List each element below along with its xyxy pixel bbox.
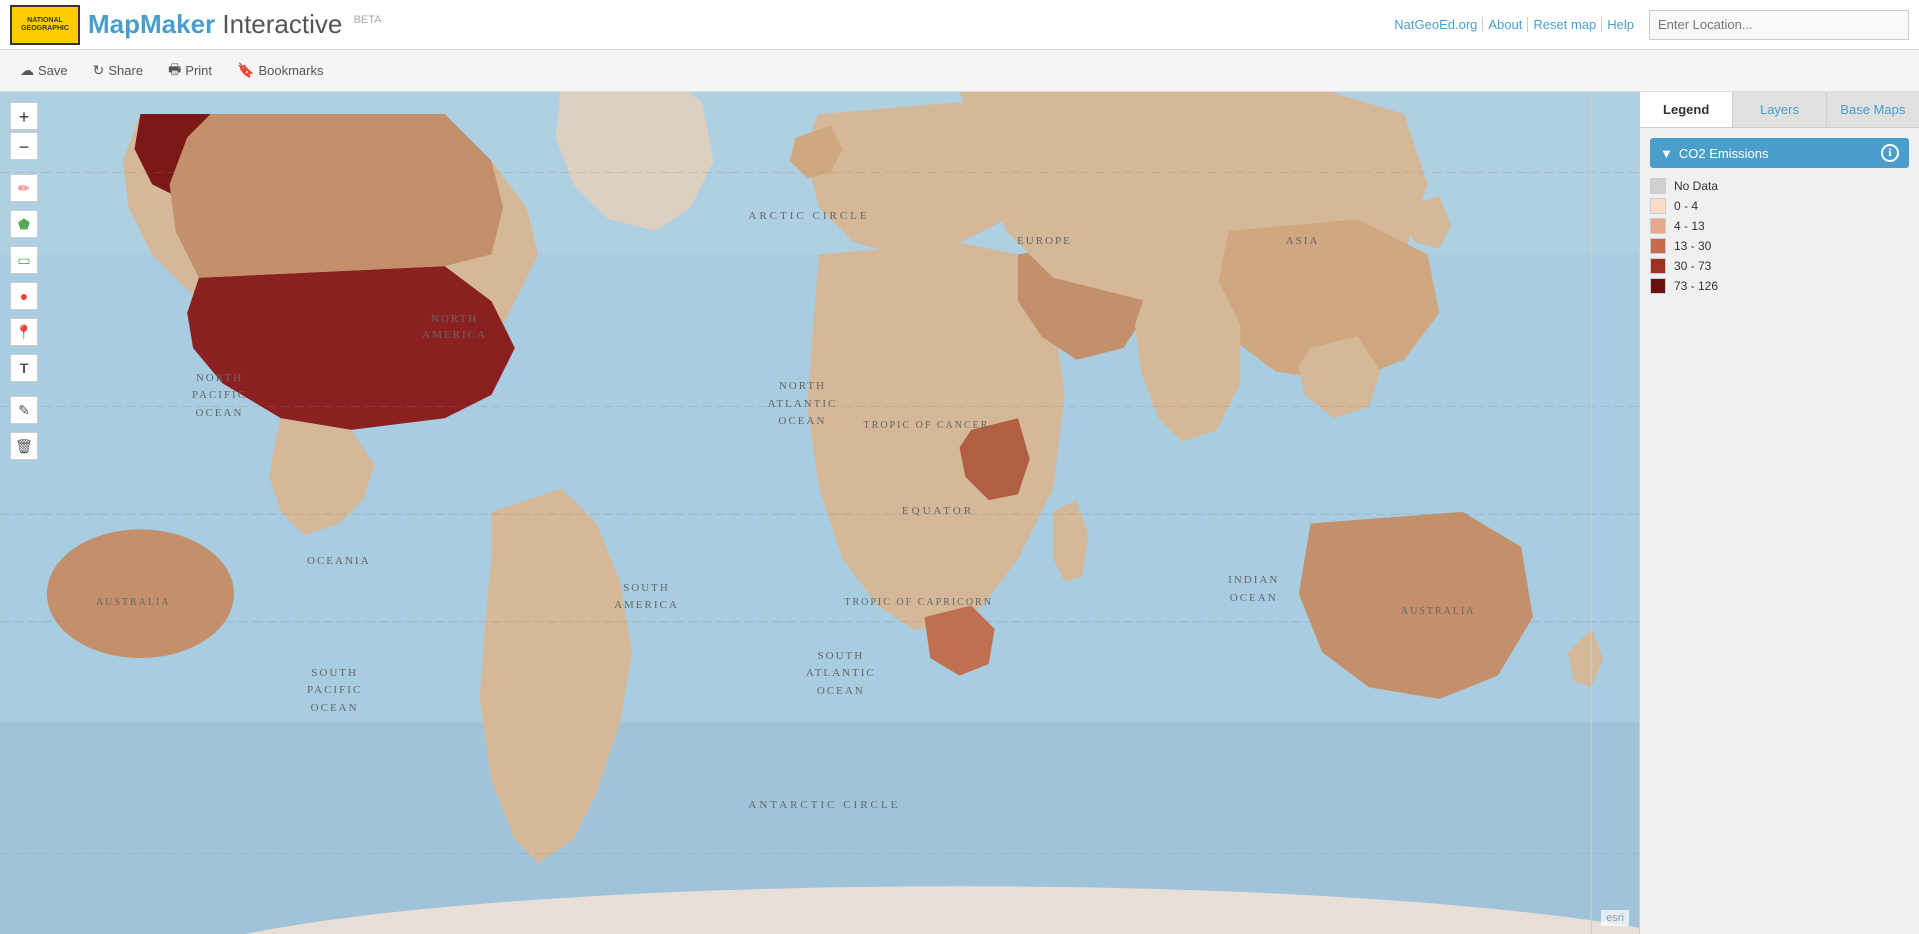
label-30-73: 30 - 73 [1674,259,1711,273]
map-container[interactable]: ARCTIC CIRCLE NORTHAMERICA NORTHPACIFICO… [0,92,1919,934]
polygon-tool[interactable]: ⬟ [10,210,38,238]
circle-icon: ● [20,288,28,304]
label-4-13: 4 - 13 [1674,219,1705,233]
polygon-icon: ⬟ [18,216,30,233]
right-panel: Legend Layers Base Maps ▼ CO2 Emissions … [1639,92,1919,934]
esri-attribution: esri [1601,910,1629,926]
share-icon: ↻ [93,62,105,79]
rectangle-icon: ▭ [17,252,30,269]
delete-tool[interactable]: 🗑 [10,432,38,460]
tab-layers[interactable]: Layers [1733,92,1826,127]
panel-tabs: Legend Layers Base Maps [1640,92,1919,128]
share-button[interactable]: ↻ Share [83,58,153,83]
nodata-label: No Data [1674,179,1718,193]
legend-item-4-13: 4 - 13 [1650,218,1909,234]
toolbar: ☁ Save ↻ Share 🖶 Print 🔖 Bookmarks [0,50,1919,92]
label-73-126: 73 - 126 [1674,279,1718,293]
print-button[interactable]: 🖶 Print [158,55,222,87]
zoom-out-button[interactable]: − [10,132,38,160]
pencil-icon: ✏ [18,180,30,197]
swatch-4-13 [1650,218,1666,234]
save-button[interactable]: ☁ Save [10,58,78,83]
text-tool[interactable]: T [10,354,38,382]
edit-icon: ✎ [18,402,30,419]
legend-items: No Data 0 - 4 4 - 13 13 - 30 30 - 73 [1650,178,1909,294]
tab-basemaps[interactable]: Base Maps [1827,92,1919,127]
location-input[interactable] [1649,10,1909,40]
natgeoed-link[interactable]: NatGeoEd.org [1389,17,1483,32]
edit-tool[interactable]: ✎ [10,396,38,424]
map-tools: + − ✏ ⬟ ▭ ● 📍 T ✎ 🗑 [10,102,38,460]
co2-layer-toggle[interactable]: ▼ CO2 Emissions ℹ [1650,138,1909,168]
tab-legend[interactable]: Legend [1640,92,1733,127]
help-link[interactable]: Help [1602,17,1639,32]
label-0-4: 0 - 4 [1674,199,1698,213]
ng-logo: NATIONAL GEOGRAPHIC [10,5,80,45]
legend-item-nodata: No Data [1650,178,1909,194]
logo-area: NATIONAL GEOGRAPHIC MapMaker Interactive… [10,5,381,45]
swatch-0-4 [1650,198,1666,214]
header: NATIONAL GEOGRAPHIC MapMaker Interactive… [0,0,1919,50]
pencil-tool[interactable]: ✏ [10,174,38,202]
header-links: NatGeoEd.org About Reset map Help [1389,17,1639,32]
pin-icon: 📍 [15,324,32,341]
bookmarks-button[interactable]: 🔖 Bookmarks [227,58,333,83]
legend-item-73-126: 73 - 126 [1650,278,1909,294]
map-svg [0,92,1919,934]
nodata-swatch [1650,178,1666,194]
swatch-30-73 [1650,258,1666,274]
legend-item-0-4: 0 - 4 [1650,198,1909,214]
swatch-13-30 [1650,238,1666,254]
panel-content: ▼ CO2 Emissions ℹ No Data 0 - 4 4 - 13 [1640,128,1919,308]
rectangle-tool[interactable]: ▭ [10,246,38,274]
beta-badge: BETA [354,14,382,26]
co2-info-icon[interactable]: ℹ [1881,144,1899,162]
text-icon: T [20,360,29,376]
print-icon: 🖶 [168,59,181,83]
pin-tool[interactable]: 📍 [10,318,38,346]
circle-tool[interactable]: ● [10,282,38,310]
zoom-in-button[interactable]: + [10,102,38,130]
label-13-30: 13 - 30 [1674,239,1711,253]
legend-item-13-30: 13 - 30 [1650,238,1909,254]
bookmarks-icon: 🔖 [237,62,254,79]
legend-item-30-73: 30 - 73 [1650,258,1909,274]
swatch-73-126 [1650,278,1666,294]
save-icon: ☁ [20,62,34,79]
reset-map-link[interactable]: Reset map [1528,17,1602,32]
app-title: MapMaker Interactive BETA [88,9,381,40]
about-link[interactable]: About [1483,17,1528,32]
delete-icon: 🗑 [15,438,33,455]
chevron-icon: ▼ [1660,146,1673,161]
co2-layer-title: CO2 Emissions [1679,146,1769,161]
